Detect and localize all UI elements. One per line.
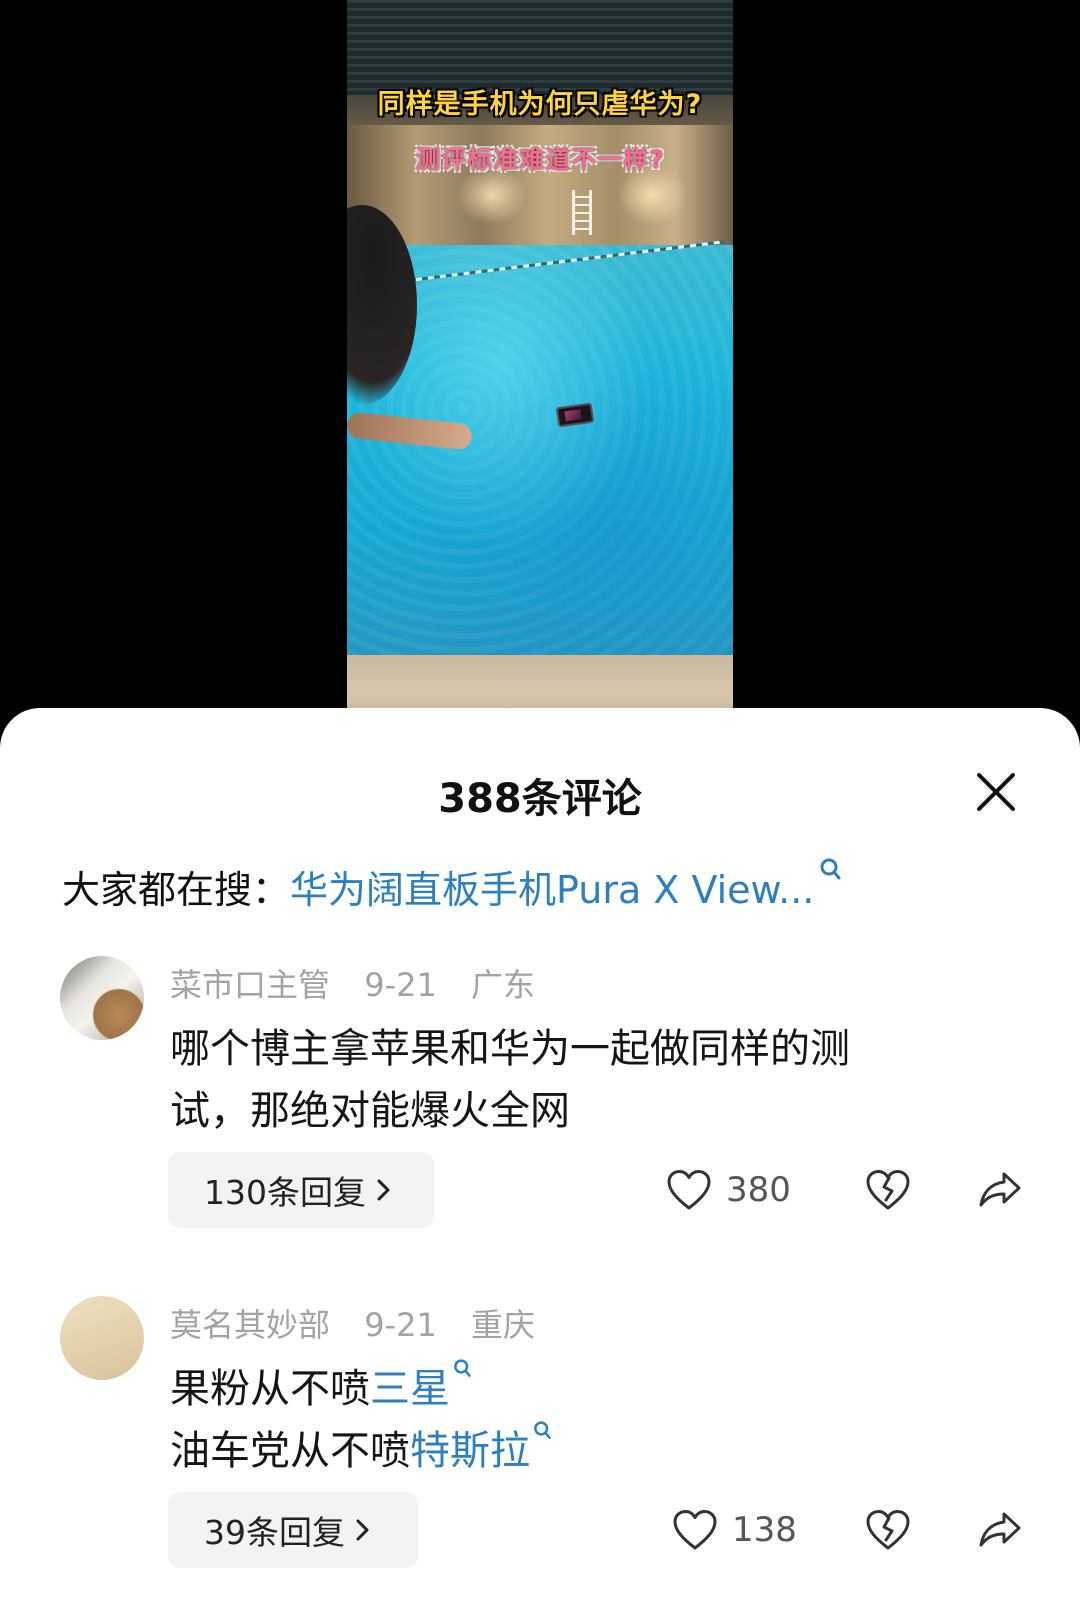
like-button[interactable]: 138 xyxy=(672,1498,797,1562)
keyword-search-text: 特斯拉 xyxy=(410,1428,530,1474)
view-replies-button[interactable]: 130条回复 xyxy=(168,1152,434,1228)
chevron-right-icon xyxy=(355,1517,371,1543)
comment-count-title: 388条评论 xyxy=(438,776,642,822)
comment-text-line: 哪个博主拿苹果和华为一起做同样的测 xyxy=(170,1026,850,1072)
comment-meta: 菜市口主管 9-21 广东 xyxy=(170,960,559,1006)
share-button[interactable] xyxy=(970,1158,1030,1222)
comment-text-segment: 果粉从不喷 xyxy=(170,1366,370,1412)
video-caption-line-2: 测评标准难道不一样? xyxy=(415,145,665,174)
comment-text: 果粉从不喷三星 油车党从不喷特斯拉 xyxy=(170,1358,1000,1482)
replies-count-label: 130条回复 xyxy=(204,1173,366,1212)
comment-item[interactable]: 莫名其妙部 9-21 重庆 果粉从不喷三星 油车党从不喷特斯拉 39条回复 13… xyxy=(0,1296,1080,1616)
close-button[interactable] xyxy=(968,764,1024,820)
heart-icon xyxy=(673,1510,717,1550)
view-replies-button[interactable]: 39条回复 xyxy=(168,1492,418,1568)
like-button[interactable]: 380 xyxy=(666,1158,791,1222)
broken-heart-icon xyxy=(866,1170,910,1210)
comment-meta: 莫名其妙部 9-21 重庆 xyxy=(170,1300,559,1346)
search-icon xyxy=(820,858,841,879)
comment-location: 重庆 xyxy=(470,1306,535,1344)
avatar[interactable] xyxy=(60,1296,144,1380)
comment-item[interactable]: 菜市口主管 9-21 广东 哪个博主拿苹果和华为一起做同样的测 试，那绝对能爆火… xyxy=(0,956,1080,1256)
comment-text: 哪个博主拿苹果和华为一起做同样的测 试，那绝对能爆火全网 xyxy=(170,1018,1000,1142)
comment-location: 广东 xyxy=(470,966,535,1004)
comment-username[interactable]: 菜市口主管 xyxy=(170,966,330,1004)
like-count: 138 xyxy=(732,1510,797,1550)
like-count: 380 xyxy=(726,1170,791,1210)
broken-heart-icon xyxy=(866,1510,910,1550)
close-icon xyxy=(977,773,1015,811)
trending-search-row: 大家都在搜： 华为阔直板手机Pura X View... xyxy=(62,856,1042,916)
share-icon xyxy=(979,1172,1021,1207)
comment-text-line: 油车党从不喷特斯拉 xyxy=(170,1420,1000,1482)
video-lifeguard-chair xyxy=(572,190,592,235)
trending-search-query: 华为阔直板手机Pura X View... xyxy=(290,867,815,912)
trending-search-link[interactable]: 华为阔直板手机Pura X View... xyxy=(290,858,842,914)
heart-icon xyxy=(667,1170,711,1210)
trending-search-label: 大家都在搜： xyxy=(62,867,291,912)
comment-sheet: 388条评论 大家都在搜： 华为阔直板手机Pura X View... 菜市口主… xyxy=(0,708,1080,1617)
comment-text-line: 果粉从不喷三星 xyxy=(170,1358,1000,1420)
comment-username[interactable]: 莫名其妙部 xyxy=(170,1306,330,1344)
video-caption-line-1: 同样是手机为何只虐华为? xyxy=(377,89,703,120)
comment-date: 9-21 xyxy=(364,966,437,1004)
search-icon xyxy=(534,1421,551,1439)
share-button[interactable] xyxy=(970,1498,1030,1562)
keyword-search-text: 三星 xyxy=(370,1366,450,1412)
comment-text-segment: 油车党从不喷 xyxy=(170,1428,410,1474)
dislike-button[interactable] xyxy=(858,1498,918,1562)
search-icon xyxy=(454,1359,471,1377)
video-ceiling xyxy=(347,0,733,95)
comment-text-line: 试，那绝对能爆火全网 xyxy=(170,1088,570,1134)
keyword-search-link[interactable]: 三星 xyxy=(370,1359,472,1412)
replies-count-label: 39条回复 xyxy=(204,1513,345,1552)
share-icon xyxy=(979,1512,1021,1547)
video-frame[interactable]: 同样是手机为何只虐华为? 测评标准难道不一样? xyxy=(347,0,733,720)
screen: 同样是手机为何只虐华为? 测评标准难道不一样? 388条评论 大家都在搜： 华为… xyxy=(0,0,1080,1617)
dislike-button[interactable] xyxy=(858,1158,918,1222)
keyword-search-link[interactable]: 特斯拉 xyxy=(410,1421,552,1474)
avatar[interactable] xyxy=(60,956,144,1040)
comment-date: 9-21 xyxy=(364,1306,437,1344)
chevron-right-icon xyxy=(376,1177,392,1203)
video-player[interactable]: 同样是手机为何只虐华为? 测评标准难道不一样? xyxy=(0,0,1080,720)
